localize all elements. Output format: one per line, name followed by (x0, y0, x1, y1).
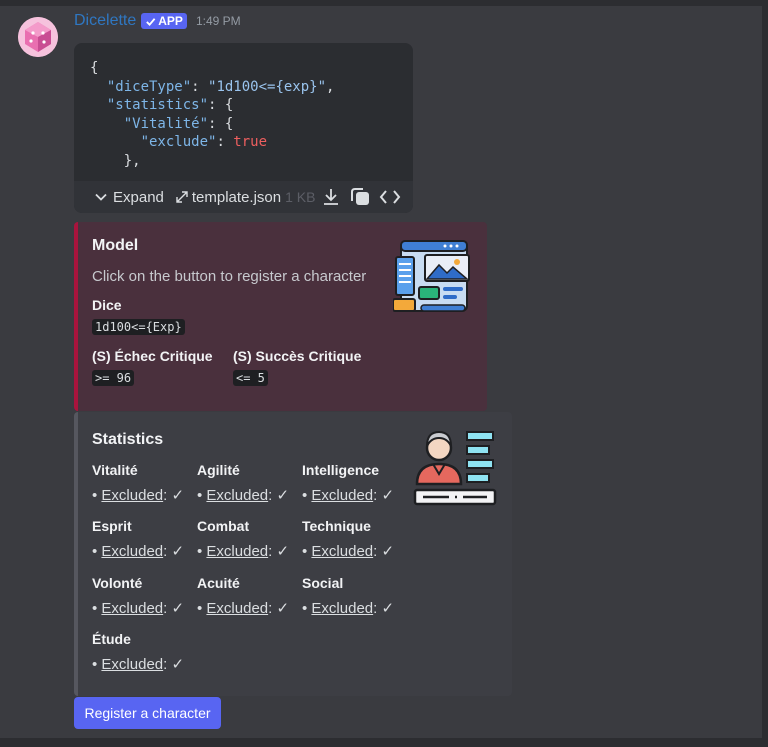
excluded-link[interactable]: Excluded (206, 600, 268, 617)
character-sheet-thumbnail-icon (413, 430, 497, 506)
code-line: "diceType": "1d100<={exp}", (106, 78, 335, 95)
file-size: 1 KB (285, 189, 316, 205)
dice-field-value: 1d100<={Exp} (92, 319, 185, 335)
stat-name: Étude (92, 631, 131, 647)
code-line: "Vitalité": { (123, 115, 234, 132)
statistics-embed: Statistics Vitalité • Excluded: ✓ Agilité •… (74, 412, 512, 696)
stat-name: Volonté (92, 575, 143, 591)
stat-value: • Excluded: ✓ (92, 486, 184, 504)
stat-value: • Excluded: ✓ (92, 542, 184, 560)
checkmark-icon: ✓ (381, 600, 395, 617)
code-preview: { "diceType": "1d100<={exp}", "statistic… (74, 43, 413, 181)
code-line: }, (90, 152, 141, 169)
file-info: template.json 1 KB (174, 189, 316, 206)
checkmark-icon: ✓ (171, 487, 185, 504)
checkmark-icon: ✓ (171, 543, 185, 560)
bullet: • (197, 600, 207, 617)
statistics-embed-title: Statistics (92, 431, 164, 448)
excluded-link[interactable]: Excluded (101, 656, 163, 673)
model-embed-description: Click on the button to register a charac… (92, 268, 367, 285)
register-character-button[interactable]: Register a character (74, 697, 221, 729)
fail-field-value: >= 96 (92, 370, 135, 386)
bullet: • (92, 600, 102, 617)
stat-name: Agilité (197, 462, 240, 478)
stat-value: • Excluded: ✓ (197, 542, 289, 560)
stat-value: • Excluded: ✓ (302, 542, 394, 560)
check-icon (146, 17, 156, 26)
stat-value: • Excluded: ✓ (92, 655, 184, 673)
template-thumbnail-icon (393, 240, 470, 312)
code-line: "statistics": { (106, 97, 234, 113)
message-header: Dicelette APP 1:49 PM (74, 11, 241, 31)
excluded-link[interactable]: Excluded (311, 600, 373, 617)
checkmark-icon: ✓ (276, 600, 290, 617)
file-name[interactable]: template.json (192, 189, 281, 206)
stat-name: Technique (302, 518, 371, 534)
chevron-down-icon (95, 193, 107, 201)
checkmark-icon: ✓ (381, 543, 395, 560)
checkmark-icon: ✓ (381, 487, 395, 504)
stat-name: Vitalité (92, 462, 138, 478)
download-icon[interactable] (321, 187, 341, 207)
stat-name: Intelligence (302, 462, 380, 478)
bullet: • (302, 487, 312, 504)
stat-value: • Excluded: ✓ (302, 599, 394, 617)
dice-field-name: Dice (92, 297, 122, 313)
excluded-link[interactable]: Excluded (206, 487, 268, 504)
checkmark-icon: ✓ (171, 656, 185, 673)
stat-name: Acuité (197, 575, 240, 591)
checkmark-icon: ✓ (276, 487, 290, 504)
stat-value: • Excluded: ✓ (302, 486, 394, 504)
bullet: • (92, 656, 102, 673)
stat-name: Combat (197, 518, 250, 534)
app-badge: APP (141, 13, 187, 29)
bullet: • (92, 543, 102, 560)
bullet: • (197, 487, 207, 504)
excluded-link[interactable]: Excluded (311, 543, 373, 560)
bullet: • (197, 543, 207, 560)
timestamp[interactable]: 1:49 PM (196, 14, 241, 28)
excluded-link[interactable]: Excluded (206, 543, 268, 560)
copy-icon[interactable] (349, 187, 371, 207)
bullet: • (302, 543, 312, 560)
attachment-actions (321, 187, 401, 207)
checkmark-icon: ✓ (171, 600, 185, 617)
model-embed-title: Model (92, 237, 139, 254)
stat-value: • Excluded: ✓ (197, 599, 289, 617)
expand-button[interactable]: Expand (94, 189, 164, 206)
author-name[interactable]: Dicelette (74, 12, 136, 30)
code-line: { (90, 60, 99, 76)
stat-value: • Excluded: ✓ (92, 599, 184, 617)
model-embed: Model Click on the button to register a … (74, 222, 487, 411)
checkmark-icon: ✓ (276, 543, 290, 560)
fail-field-name: (S) Échec Critique (92, 348, 213, 364)
app-badge-label: APP (158, 14, 183, 28)
excluded-link[interactable]: Excluded (101, 600, 163, 617)
bot-avatar[interactable] (18, 17, 58, 57)
excluded-link[interactable]: Excluded (311, 487, 373, 504)
expand-label: Expand (113, 188, 164, 206)
success-field-value: <= 5 (233, 370, 268, 386)
attachment-toolbar: Expand template.json 1 KB (74, 181, 413, 213)
bullet: • (302, 600, 312, 617)
expand-arrows-icon[interactable] (174, 189, 190, 205)
excluded-link[interactable]: Excluded (101, 543, 163, 560)
stat-name: Esprit (92, 518, 132, 534)
excluded-link[interactable]: Excluded (101, 487, 163, 504)
stat-value: • Excluded: ✓ (197, 486, 289, 504)
bullet: • (92, 487, 102, 504)
success-field-name: (S) Succès Critique (233, 348, 362, 364)
code-line: "exclude": true (140, 134, 268, 150)
json-attachment: { "diceType": "1d100<={exp}", "statistic… (74, 43, 413, 213)
bot-message: Dicelette APP 1:49 PM { "diceType": "1d1… (0, 6, 762, 738)
stat-name: Social (302, 575, 344, 591)
code-icon[interactable] (379, 187, 401, 207)
